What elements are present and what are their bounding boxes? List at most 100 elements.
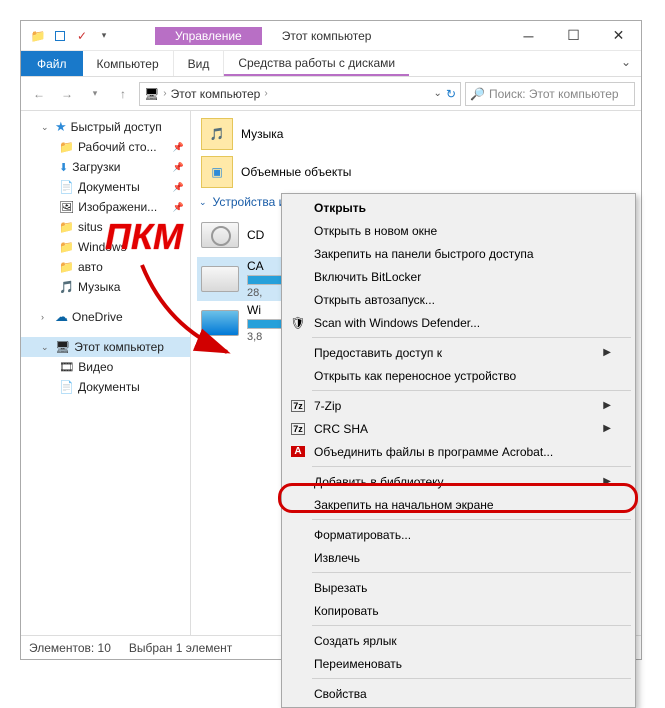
submenu-arrow-icon: ▶: [603, 400, 611, 411]
chevron-right-icon[interactable]: ›: [264, 88, 267, 99]
mi-copy[interactable]: Копировать: [284, 599, 633, 622]
folder-icon: [59, 240, 74, 254]
mi-pin-start[interactable]: Закрепить на начальном экране: [284, 493, 633, 516]
window-controls: ─ ☐ ✕: [506, 21, 641, 51]
mi-defender[interactable]: Scan with Windows Defender...: [284, 311, 633, 334]
mi-pin-quick-access[interactable]: Закрепить на панели быстрого доступа: [284, 242, 633, 265]
folder-icon: [201, 156, 233, 188]
refresh-icon[interactable]: ↻: [446, 87, 456, 101]
close-button[interactable]: ✕: [596, 21, 641, 51]
mi-acrobat-combine[interactable]: Объединить файлы в программе Acrobat...: [284, 440, 633, 463]
folder-3d-objects[interactable]: Объемные объекты: [197, 153, 635, 191]
tab-view[interactable]: Вид: [174, 51, 225, 76]
address-dropdown-icon[interactable]: ⌄: [434, 88, 442, 99]
search-icon: 🔎: [470, 87, 485, 101]
mi-7zip[interactable]: 7-Zip▶: [284, 394, 633, 417]
context-menu: Открыть Открыть в новом окне Закрепить н…: [281, 193, 636, 708]
submenu-arrow-icon: ▶: [603, 423, 611, 434]
video-icon: [59, 360, 74, 374]
mi-cut[interactable]: Вырезать: [284, 576, 633, 599]
7zip-icon: [290, 421, 306, 437]
doc-icon: [59, 380, 74, 394]
tab-file[interactable]: Файл: [21, 51, 83, 76]
download-icon: [59, 160, 68, 174]
minimize-button[interactable]: ─: [506, 21, 551, 51]
separator: [312, 572, 631, 573]
up-button[interactable]: ↑: [111, 82, 135, 106]
status-selection: Выбран 1 элемент: [129, 641, 232, 655]
image-icon: [59, 200, 74, 214]
folder-icon: [59, 220, 74, 234]
mi-properties[interactable]: Свойства: [284, 682, 633, 705]
mi-add-library[interactable]: Добавить в библиотеку▶: [284, 470, 633, 493]
window-title: Этот компьютер: [282, 29, 372, 43]
doc-icon: [59, 180, 74, 194]
annotation-label: ПКМ: [105, 216, 183, 258]
separator: [312, 466, 631, 467]
search-placeholder: Поиск: Этот компьютер: [489, 87, 619, 101]
separator: [312, 337, 631, 338]
tree-downloads[interactable]: Загрузки📌: [21, 157, 190, 177]
mi-open[interactable]: Открыть: [284, 196, 633, 219]
pin-icon: 📌: [173, 202, 184, 213]
mi-rename[interactable]: Переименовать: [284, 652, 633, 675]
separator: [312, 678, 631, 679]
separator: [312, 519, 631, 520]
mi-format[interactable]: Форматировать...: [284, 523, 633, 546]
cd-drive-icon: [201, 222, 239, 248]
ribbon-expand-icon[interactable]: ⌄: [611, 51, 641, 76]
cloud-icon: [55, 309, 68, 325]
tree-documents[interactable]: Документы📌: [21, 177, 190, 197]
tree-quick-access[interactable]: ⌄Быстрый доступ: [21, 117, 190, 137]
tree-documents2[interactable]: Документы: [21, 377, 190, 397]
status-count: Элементов: 10: [29, 641, 111, 655]
submenu-arrow-icon: ▶: [603, 476, 611, 487]
contextual-tab-group: Управление: [155, 27, 262, 45]
chevron-right-icon[interactable]: ›: [163, 88, 166, 99]
qat-newfolder-icon[interactable]: ✓: [71, 25, 93, 47]
tab-drive-tools[interactable]: Средства работы с дисками: [224, 51, 409, 76]
pc-icon: [55, 340, 70, 354]
tree-desktop[interactable]: Рабочий сто...📌: [21, 137, 190, 157]
mi-autoplay[interactable]: Открыть автозапуск...: [284, 288, 633, 311]
music-icon: [59, 280, 74, 294]
ribbon-tabs: Файл Компьютер Вид Средства работы с дис…: [21, 51, 641, 77]
nav-row: ← → ▾ ↑ › Этот компьютер › ⌄ ↻ 🔎 Поиск: …: [21, 77, 641, 111]
search-box[interactable]: 🔎 Поиск: Этот компьютер: [465, 82, 635, 106]
back-button[interactable]: ←: [27, 82, 51, 106]
folder-icon: [59, 140, 74, 154]
quick-access-toolbar: 📁 ✓ ▾: [21, 25, 115, 47]
folder-icon: [59, 260, 74, 274]
mi-create-shortcut[interactable]: Создать ярлык: [284, 629, 633, 652]
contextual-tab-manage[interactable]: Управление: [155, 27, 262, 45]
address-bar[interactable]: › Этот компьютер › ⌄ ↻: [139, 82, 461, 106]
separator: [312, 625, 631, 626]
tree-pictures[interactable]: Изображени...📌: [21, 197, 190, 217]
pin-icon: 📌: [173, 162, 184, 173]
submenu-arrow-icon: ▶: [603, 347, 611, 358]
mi-grant-access[interactable]: Предоставить доступ к▶: [284, 341, 633, 364]
mi-open-new-window[interactable]: Открыть в новом окне: [284, 219, 633, 242]
pin-icon: 📌: [173, 142, 184, 153]
forward-button[interactable]: →: [55, 82, 79, 106]
star-icon: [55, 119, 67, 135]
qat-properties-icon[interactable]: [49, 25, 71, 47]
app-icon[interactable]: 📁: [27, 25, 49, 47]
mi-eject[interactable]: Извлечь: [284, 546, 633, 569]
tab-computer[interactable]: Компьютер: [83, 51, 174, 76]
folder-music[interactable]: Музыка: [197, 115, 635, 153]
pc-icon: [144, 87, 159, 101]
mi-crc-sha[interactable]: CRC SHA▶: [284, 417, 633, 440]
acrobat-icon: [290, 444, 306, 460]
mi-open-portable[interactable]: Открыть как переносное устройство: [284, 364, 633, 387]
breadcrumb-root[interactable]: Этот компьютер: [171, 87, 261, 101]
7zip-icon: [290, 398, 306, 414]
folder-icon: [201, 118, 233, 150]
mi-bitlocker[interactable]: Включить BitLocker: [284, 265, 633, 288]
recent-dropdown-icon[interactable]: ▾: [83, 82, 107, 106]
nav-tree: ⌄Быстрый доступ Рабочий сто...📌 Загрузки…: [21, 111, 191, 635]
qat-dropdown-icon[interactable]: ▾: [93, 25, 115, 47]
separator: [312, 390, 631, 391]
annotation-arrow-icon: [127, 257, 247, 367]
maximize-button[interactable]: ☐: [551, 21, 596, 51]
